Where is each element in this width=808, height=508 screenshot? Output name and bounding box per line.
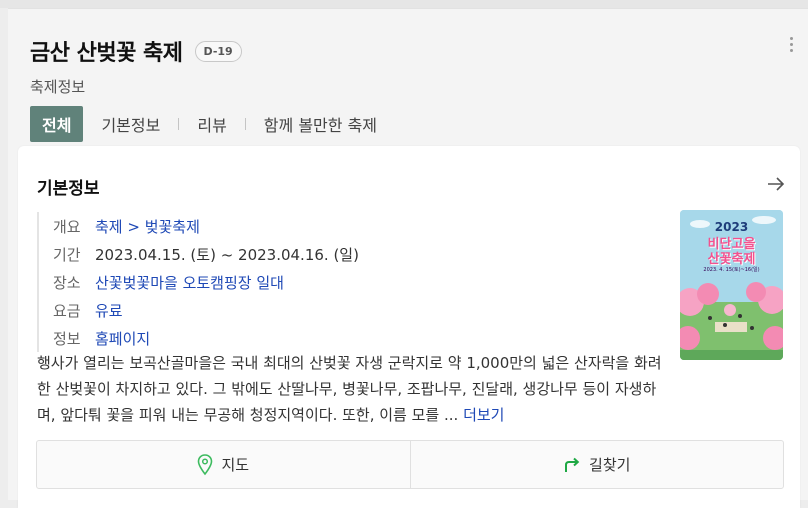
poster-year: 2023 [714,220,749,234]
info-row-venue: 장소 산꽃벚꽃마을 오토캠핑장 일대 [53,268,359,296]
festival-panel: 금산 산벚꽃 축제 D-19 축제정보 전체 기본정보 리뷰 함께 볼만한 축제… [8,8,808,508]
directions-button-label: 길찾기 [589,456,631,474]
homepage-link[interactable]: 홈페이지 [95,328,150,349]
more-options-icon[interactable] [788,37,794,55]
tab-related-festivals[interactable]: 함께 볼만한 축제 [264,112,377,136]
action-bar: 지도 길찾기 [36,440,784,489]
card-title: 기본정보 [37,179,100,199]
info-list: 개요 축제 > 벚꽃축제 기간 2023.04.15. (토) ~ 2023.0… [37,212,359,352]
poster-title-line2: 산꽃축제 [707,252,756,267]
arrow-right-icon[interactable] [766,176,786,192]
info-row-fee: 요금 유료 [53,296,359,324]
tab-bar: 전체 기본정보 리뷰 함께 볼만한 축제 [30,106,377,142]
fee-link[interactable]: 유료 [95,300,123,321]
category-label: 축제정보 [30,78,86,96]
festival-poster[interactable]: 2023 비단고을 산꽃축제 2023. 4. 15(토)~16(일) [680,210,783,360]
info-label: 요금 [53,301,81,320]
page-title: 금산 산벚꽃 축제 [30,41,183,66]
map-button-label: 지도 [221,456,250,474]
tab-reviews[interactable]: 리뷰 [197,112,226,136]
info-label: 기간 [53,245,81,264]
period-value: 2023.04.15. (토) ~ 2023.04.16. (일) [95,245,359,264]
venue-link[interactable]: 산꽃벚꽃마을 오토캠핑장 일대 [95,272,284,293]
info-row-homepage: 정보 홈페이지 [53,324,359,352]
tab-all[interactable]: 전체 [30,106,84,142]
info-label: 개요 [53,217,81,236]
map-button[interactable]: 지도 [37,441,410,488]
info-row-overview: 개요 축제 > 벚꽃축제 [53,212,359,240]
tab-divider [178,118,180,130]
more-link[interactable]: 더보기 [463,406,504,424]
description: 행사가 열리는 보곡산골마을은 국내 최대의 산벚꽃 자생 군락지로 약 1,0… [37,350,667,428]
directions-button[interactable]: 길찾기 [409,441,784,488]
description-text: 행사가 열리는 보곡산골마을은 국내 최대의 산벚꽃 자생 군락지로 약 1,0… [37,354,662,424]
info-label: 정보 [53,329,81,348]
top-strip [0,0,808,8]
directions-icon [565,457,580,472]
title-row: 금산 산벚꽃 축제 D-19 [30,35,242,67]
poster-date: 2023. 4. 15(토)~16(일) [703,267,760,273]
dday-badge: D-19 [194,40,242,62]
map-pin-icon [198,453,213,475]
basic-info-card: 기본정보 개요 축제 > 벚꽃축제 기간 2023.04.15. (토) ~ 2… [18,146,800,508]
info-label: 장소 [53,273,81,292]
overview-link[interactable]: 축제 > 벚꽃축제 [95,216,200,237]
info-row-period: 기간 2023.04.15. (토) ~ 2023.04.16. (일) [53,240,359,268]
tab-divider [244,118,246,130]
tab-basic-info[interactable]: 기본정보 [101,112,160,136]
